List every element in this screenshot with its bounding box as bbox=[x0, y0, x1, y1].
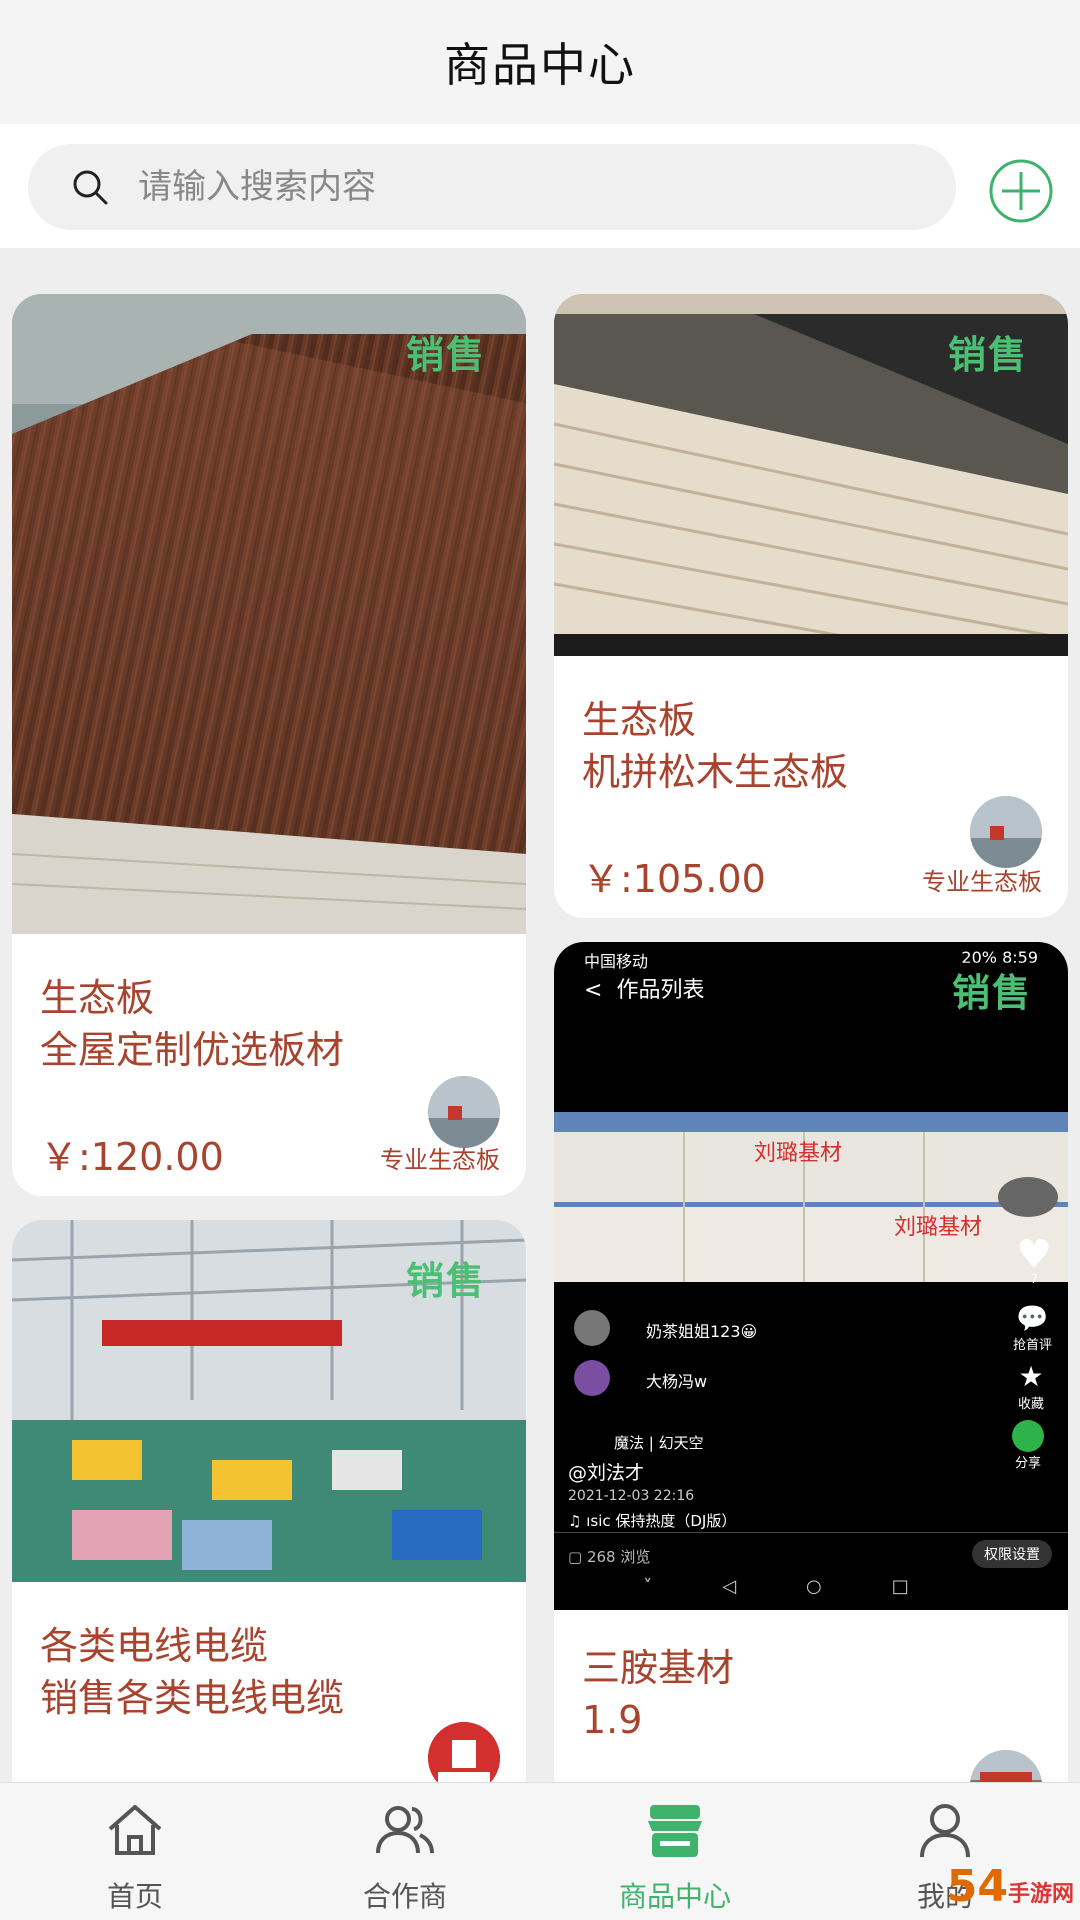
comment-label: 抢首评 bbox=[1012, 1338, 1052, 1353]
product-subtitle: 全屋定制优选板材 bbox=[40, 1028, 345, 1072]
sign-text: 刘璐基材 bbox=[754, 1141, 842, 1166]
sale-badge: 销售 bbox=[405, 1259, 486, 1303]
product-card[interactable]: 销售 各类电线电缆 销售各类电线电缆 bbox=[12, 1220, 526, 1820]
share-action: 分享 bbox=[1012, 1420, 1044, 1471]
sale-badge: 销售 bbox=[945, 962, 1038, 1017]
product-card[interactable]: 销售 生态板 全屋定制优选板材 ￥:120.00 专业生态板 bbox=[12, 294, 526, 1196]
seller-avatar bbox=[428, 1076, 500, 1148]
wechat-icon bbox=[1012, 1420, 1044, 1452]
sale-badge: 销售 bbox=[947, 333, 1028, 377]
video-frame: 刘璐基材 刘璐基材 bbox=[554, 1112, 1068, 1282]
tab-products[interactable]: 商品中心 bbox=[540, 1783, 810, 1920]
view-count: 268 浏览 bbox=[586, 1548, 651, 1566]
nav-title: 作品列表 bbox=[616, 978, 705, 1003]
bottom-tab-bar: 首页 合作商 商品中心 我的 bbox=[0, 1782, 1080, 1920]
product-subtitle: 销售各类电线电缆 bbox=[40, 1676, 345, 1720]
product-subtitle: 1.9 bbox=[582, 1698, 643, 1742]
permission-button: 权限设置 bbox=[972, 1540, 1052, 1568]
tab-home[interactable]: 首页 bbox=[0, 1783, 270, 1920]
store-icon bbox=[648, 1805, 702, 1857]
product-subtitle: 机拼松木生态板 bbox=[582, 750, 849, 794]
watermark-text: 54 bbox=[946, 1861, 1008, 1912]
tab-partners[interactable]: 合作商 bbox=[270, 1783, 540, 1920]
post-date: 2021-12-03 22:16 bbox=[568, 1488, 695, 1504]
product-image bbox=[12, 294, 526, 934]
comment-action: 💬 抢首评 bbox=[1013, 1304, 1052, 1353]
commenter-avatar bbox=[574, 1360, 610, 1396]
watermark-sub: 手游网 bbox=[1007, 1882, 1074, 1907]
author-avatar bbox=[998, 1177, 1058, 1217]
back-icon: < bbox=[584, 978, 603, 1003]
music-row: ♫ ısic 保持热度（DJ版） bbox=[568, 1510, 736, 1531]
music-icon: ♫ bbox=[568, 1512, 587, 1530]
comment-user: 奶茶姐姐123😀 bbox=[646, 1322, 758, 1341]
tab-label: 首页 bbox=[106, 1880, 163, 1913]
seller-name: 专业生态板 bbox=[380, 1146, 500, 1174]
author-tags: 魔法 | 幻天空 bbox=[614, 1434, 704, 1452]
product-title: 各类电线电缆 bbox=[40, 1624, 269, 1668]
tab-label: 商品中心 bbox=[618, 1880, 731, 1913]
page-title: 商品中心 bbox=[444, 38, 636, 92]
product-card[interactable]: 销售 生态板 机拼松木生态板 ￥:105.00 专业生态板 bbox=[554, 294, 1068, 918]
search-bar bbox=[0, 124, 1080, 248]
top-header: 商品中心 bbox=[0, 0, 1080, 124]
product-title: 生态板 bbox=[582, 698, 697, 742]
comment-user: 大杨冯w bbox=[646, 1372, 708, 1391]
user-icon bbox=[920, 1804, 970, 1858]
like-count: 7 bbox=[1030, 1272, 1038, 1286]
product-title: 生态板 bbox=[40, 976, 155, 1020]
sale-badge: 销售 bbox=[405, 333, 486, 377]
favorite-label: 收藏 bbox=[1017, 1397, 1044, 1412]
add-icon[interactable] bbox=[988, 158, 1054, 224]
search-icon bbox=[73, 170, 108, 205]
nav-title-row: < 作品列表 bbox=[584, 972, 704, 1004]
star-icon: ★ bbox=[1018, 1360, 1044, 1393]
music-title: ısic 保持热度（DJ版） bbox=[586, 1512, 737, 1530]
video-screenshot: 中国移动 20% 8:59 < 作品列表 刘璐基材 刘璐基材 ♥ 7 奶茶姐姐1… bbox=[554, 942, 1068, 1610]
search-box[interactable] bbox=[28, 144, 956, 230]
system-nav-icons: ˅◁○□ bbox=[643, 1576, 979, 1597]
partners-icon bbox=[376, 1806, 434, 1854]
home-icon bbox=[108, 1805, 162, 1855]
share-label: 分享 bbox=[1014, 1456, 1041, 1471]
video-icon: ▢ bbox=[568, 1548, 587, 1566]
product-price: ￥:120.00 bbox=[40, 1135, 224, 1179]
seller-name: 专业生态板 bbox=[922, 868, 1042, 896]
views-row: ▢ 268 浏览 bbox=[568, 1546, 650, 1567]
author-name: @刘法才 bbox=[568, 1462, 645, 1484]
product-title: 三胺基材 bbox=[582, 1646, 735, 1690]
sign-text: 刘璐基材 bbox=[894, 1215, 982, 1240]
comment-icon: 💬 bbox=[1016, 1304, 1049, 1334]
watermark-logo: 54手游网 bbox=[947, 1861, 1074, 1912]
divider bbox=[554, 1532, 1068, 1533]
search-input[interactable] bbox=[138, 167, 898, 207]
commenter-avatar bbox=[574, 1310, 610, 1346]
product-card[interactable]: 中国移动 20% 8:59 < 作品列表 刘璐基材 刘璐基材 ♥ 7 奶茶姐姐1… bbox=[554, 942, 1068, 1820]
favorite-action: ★ 收藏 bbox=[1018, 1360, 1044, 1412]
product-price: ￥:105.00 bbox=[582, 857, 766, 901]
seller-avatar bbox=[970, 796, 1042, 868]
status-left: 中国移动 bbox=[584, 952, 649, 971]
tab-label: 合作商 bbox=[362, 1880, 447, 1913]
